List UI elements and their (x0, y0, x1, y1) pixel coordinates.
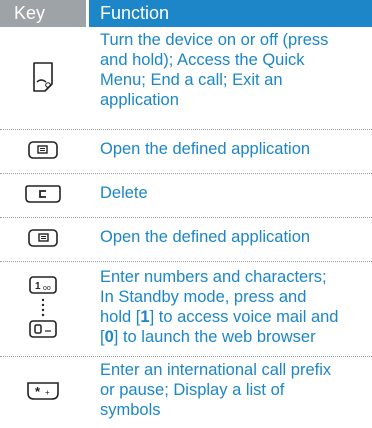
svg-text:1: 1 (35, 281, 41, 292)
clear-key-icon (25, 185, 61, 203)
svg-text:oo: oo (43, 285, 51, 292)
table-row: * + Enter an international call prefix o… (0, 357, 372, 425)
right-softkey-icon (28, 229, 58, 247)
table-row: 1 oo Enter numbers and characters; In St… (0, 262, 372, 352)
star-key-icon: * + (27, 382, 59, 400)
power-end-key-icon (30, 60, 56, 94)
function-cell: Enter numbers and characters; In Standby… (100, 268, 339, 346)
table-row: Open the defined application (0, 218, 372, 258)
table-row: Delete (0, 174, 372, 214)
table-header: Key Function (0, 0, 372, 27)
header-key: Key (0, 0, 86, 27)
table-row: Turn the device on or off (press and hol… (0, 28, 372, 126)
key-function-table: Key Function Turn the device on or off (… (0, 0, 372, 419)
function-cell: Turn the device on or off (press and hol… (100, 31, 329, 109)
svg-text:+: + (45, 388, 50, 397)
key-cell (0, 218, 86, 258)
function-cell: Enter an international call prefix or pa… (100, 361, 332, 419)
function-cell: Open the defined application (100, 228, 311, 246)
alphanumeric-keys-icon: 1 oo (28, 274, 58, 340)
table-row: Open the defined application (0, 130, 372, 170)
key-cell: * + (0, 357, 86, 425)
header-function: Function (89, 0, 372, 27)
key-cell: 1 oo (0, 262, 86, 352)
left-softkey-icon (28, 141, 58, 159)
key-cell (0, 28, 86, 126)
key-cell (0, 130, 86, 170)
function-cell: Delete (100, 184, 148, 202)
function-cell: Open the defined application (100, 140, 311, 158)
key-cell (0, 174, 86, 214)
